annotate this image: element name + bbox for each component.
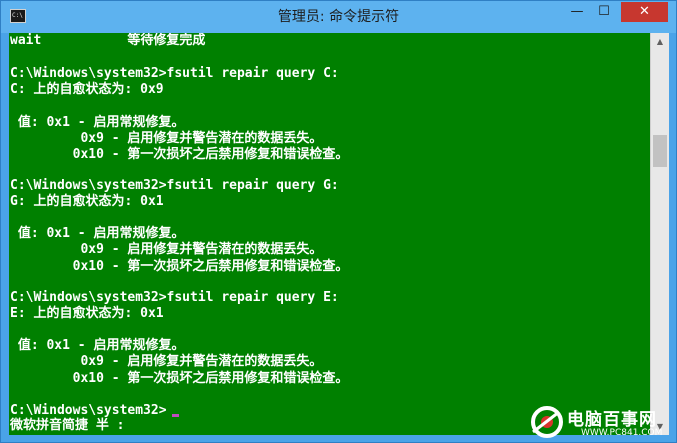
console-line: 0x9 - 启用修复并警告潜在的数据丢失。 [10, 242, 323, 257]
close-button[interactable]: ✕ [621, 2, 668, 22]
console-line: C:\Windows\system32>fsutil repair query … [10, 290, 339, 305]
ime-status-line: 微软拼音简捷 半 : [10, 418, 125, 433]
console-line: 值: 0x1 - 启用常规修复。 [10, 115, 185, 130]
minimize-button[interactable]: — [564, 2, 590, 22]
console-line: C:\Windows\system32>fsutil repair query … [10, 66, 339, 81]
console-line: 0x10 - 第一次损坏之后禁用修复和错误检查。 [10, 259, 349, 274]
text-cursor [172, 414, 179, 417]
console-line: 值: 0x1 - 启用常规修复。 [10, 226, 185, 241]
console-line: E: 上的自愈状态为: 0x1 [10, 306, 164, 321]
vertical-scrollbar[interactable]: ▲ ▼ [650, 33, 669, 435]
scroll-up-icon[interactable]: ▲ [651, 33, 669, 50]
watermark-text: 电脑百事网 [567, 410, 657, 430]
scrollbar-thumb[interactable] [653, 135, 667, 167]
console-line: C: 上的自愈状态为: 0x9 [10, 82, 164, 97]
console-line: G: 上的自愈状态为: 0x1 [10, 194, 164, 209]
title-bar[interactable]: C:\ 管理员: 命令提示符 — ☐ ✕ [1, 1, 676, 33]
cmd-window: C:\ 管理员: 命令提示符 — ☐ ✕ wait 等待修复完成 C:\Wind… [0, 0, 677, 443]
console-output[interactable]: wait 等待修复完成 C:\Windows\system32>fsutil r… [9, 33, 650, 435]
console-line: 0x10 - 第一次损坏之后禁用修复和错误检查。 [10, 147, 349, 162]
watermark-url: WWW.PC841.COM [581, 428, 663, 438]
console-line: 0x9 - 启用修复并警告潜在的数据丢失。 [10, 354, 323, 369]
watermark-logo-icon [531, 406, 563, 438]
console-line: 0x9 - 启用修复并警告潜在的数据丢失。 [10, 131, 323, 146]
console-line: wait 等待修复完成 [10, 33, 206, 48]
console-line: 0x10 - 第一次损坏之后禁用修复和错误检查。 [10, 371, 349, 386]
maximize-button[interactable]: ☐ [591, 2, 617, 22]
prompt-line: C:\Windows\system32> [10, 403, 167, 418]
console-line: 值: 0x1 - 启用常规修复。 [10, 338, 185, 353]
site-watermark: 电脑百事网 WWW.PC841.COM [529, 404, 674, 441]
console-line: C:\Windows\system32>fsutil repair query … [10, 178, 339, 193]
